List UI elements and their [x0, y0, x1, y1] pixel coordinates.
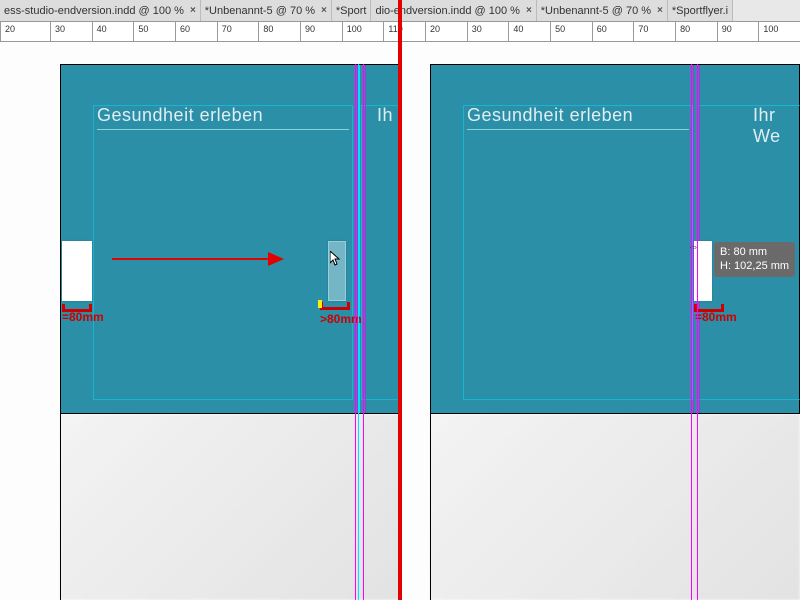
document-page-left[interactable]: Gesundheit erleben Ih	[60, 64, 400, 414]
ruler-tick: 30	[467, 22, 509, 41]
tooltip-height: H: 102,25 mm	[720, 259, 789, 273]
dimension-label: =80mm	[62, 310, 104, 324]
ruler-tick: 20	[425, 22, 467, 41]
dragged-object-origin[interactable]	[62, 241, 92, 301]
dimension-label: =80mm	[695, 310, 737, 324]
movement-arrow-icon	[112, 258, 282, 260]
margin-guide	[93, 105, 353, 400]
heading-underline	[97, 129, 349, 130]
ruler-tick: 70	[633, 22, 675, 41]
tab-label: ess-studio-endversion.indd @ 100 %	[4, 5, 184, 17]
page-heading-2: Ihr We	[753, 105, 799, 147]
guide-magenta[interactable]	[693, 65, 694, 413]
ruler-tick: 20	[0, 22, 50, 41]
cursor-icon	[330, 251, 342, 267]
document-page-right[interactable]: Gesundheit erleben Ihr We	[430, 64, 800, 414]
guide-magenta[interactable]	[697, 64, 698, 600]
heading-underline	[467, 129, 689, 130]
margin-guide	[463, 105, 693, 400]
ruler-tick: 110	[383, 22, 425, 41]
ruler-tick: 90	[717, 22, 759, 41]
tab-6[interactable]: *Sportflyer.i	[668, 0, 733, 21]
ruler-tick: 50	[133, 22, 175, 41]
ruler-tick: 50	[550, 22, 592, 41]
tab-1[interactable]: ess-studio-endversion.indd @ 100 % ×	[0, 0, 201, 21]
tooltip-width: B: 80 mm	[720, 245, 789, 259]
dragged-object-ghost[interactable]	[328, 241, 346, 301]
page-edge	[60, 64, 61, 600]
guide-magenta[interactable]	[699, 65, 700, 413]
tab-3[interactable]: *Sport	[332, 0, 372, 21]
page-edge	[430, 64, 431, 600]
guide-cyan[interactable]	[358, 64, 359, 600]
close-icon[interactable]: ×	[321, 5, 327, 16]
guide-magenta[interactable]	[363, 64, 364, 600]
close-icon[interactable]: ×	[190, 5, 196, 16]
guide-magenta[interactable]	[355, 64, 356, 600]
tab-5[interactable]: *Unbenannt-5 @ 70 % ×	[537, 0, 668, 21]
size-tooltip: B: 80 mm H: 102,25 mm	[714, 242, 795, 277]
guide-cyan[interactable]	[359, 65, 360, 413]
page-heading: Gesundheit erleben	[467, 105, 633, 126]
tab-label: *Sportflyer.i	[672, 5, 728, 17]
ruler-tick: 100	[758, 22, 800, 41]
background-image	[60, 414, 400, 600]
ruler-tick: 60	[175, 22, 217, 41]
ruler-tick: 30	[50, 22, 92, 41]
dimension-bracket	[320, 302, 350, 310]
ruler-tick: 60	[592, 22, 634, 41]
close-icon[interactable]: ×	[657, 5, 663, 16]
ruler-tick: 80	[675, 22, 717, 41]
page-heading: Gesundheit erleben	[97, 105, 263, 126]
ruler-tick: 80	[258, 22, 300, 41]
smart-guide-marker	[318, 300, 322, 308]
ruler-tick: 70	[217, 22, 259, 41]
ruler-tick: 100	[342, 22, 384, 41]
comparison-divider	[398, 0, 402, 600]
margin-guide	[361, 105, 401, 400]
background-image	[430, 414, 800, 600]
tab-label: *Unbenannt-5 @ 70 %	[541, 5, 651, 17]
tab-4[interactable]: dio-endversion.indd @ 100 % ×	[371, 0, 536, 21]
page-heading-2: Ih	[377, 105, 393, 126]
ruler-tick: 40	[508, 22, 550, 41]
ruler-tick: 90	[300, 22, 342, 41]
guide-magenta[interactable]	[691, 64, 692, 600]
guide-magenta[interactable]	[365, 65, 366, 413]
tab-2[interactable]: *Unbenannt-5 @ 70 % ×	[201, 0, 332, 21]
ruler-tick: 40	[92, 22, 134, 41]
close-icon[interactable]: ×	[526, 5, 532, 16]
tab-label: *Sport	[336, 5, 367, 17]
tab-label: *Unbenannt-5 @ 70 %	[205, 5, 315, 17]
